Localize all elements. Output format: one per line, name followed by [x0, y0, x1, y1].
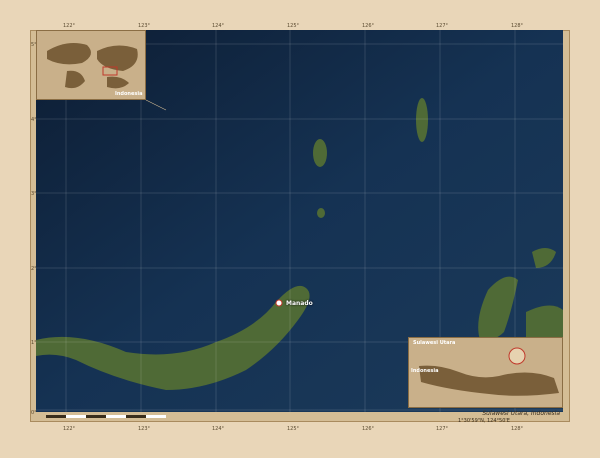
siau-island [317, 208, 325, 218]
bottom-tick: 127° [436, 426, 449, 432]
top-tick: 123° [138, 23, 151, 29]
top-tick: 122° [63, 23, 76, 29]
manado-marker[interactable] [275, 299, 283, 307]
bottom-tick: 125° [287, 426, 300, 432]
world-inset: Indonesia [36, 30, 146, 100]
bottom-tick: 128° [511, 426, 524, 432]
city-label: Manado [286, 300, 313, 307]
bottom-tick: 123° [138, 426, 151, 432]
coordinate-readout: 1°30'59"N, 124°50'E [458, 418, 510, 424]
region-inset-label: Sulawesi Utara [413, 340, 456, 346]
left-tick: 4° [31, 117, 37, 123]
top-tick: 124° [212, 23, 225, 29]
talaud-island [416, 98, 428, 142]
top-tick: 127° [436, 23, 449, 29]
scale-bar [46, 408, 186, 418]
map-caption: Sulawesi Utara, Indonesia [482, 410, 560, 417]
region-inset-side-label: Indonesia [411, 368, 439, 374]
world-inset-label: Indonesia [115, 91, 143, 97]
bottom-tick: 126° [362, 426, 375, 432]
left-tick: 3° [31, 191, 37, 197]
bottom-tick: 124° [212, 426, 225, 432]
top-tick: 128° [511, 23, 524, 29]
region-inset: Sulawesi Utara Indonesia [408, 337, 563, 408]
bottom-tick: 122° [63, 426, 76, 432]
sangihe-island [313, 139, 327, 167]
left-tick: 1° [31, 340, 37, 346]
top-tick: 125° [287, 23, 300, 29]
left-tick: 0° [31, 410, 37, 416]
top-tick: 126° [362, 23, 375, 29]
left-tick: 2° [31, 266, 37, 272]
